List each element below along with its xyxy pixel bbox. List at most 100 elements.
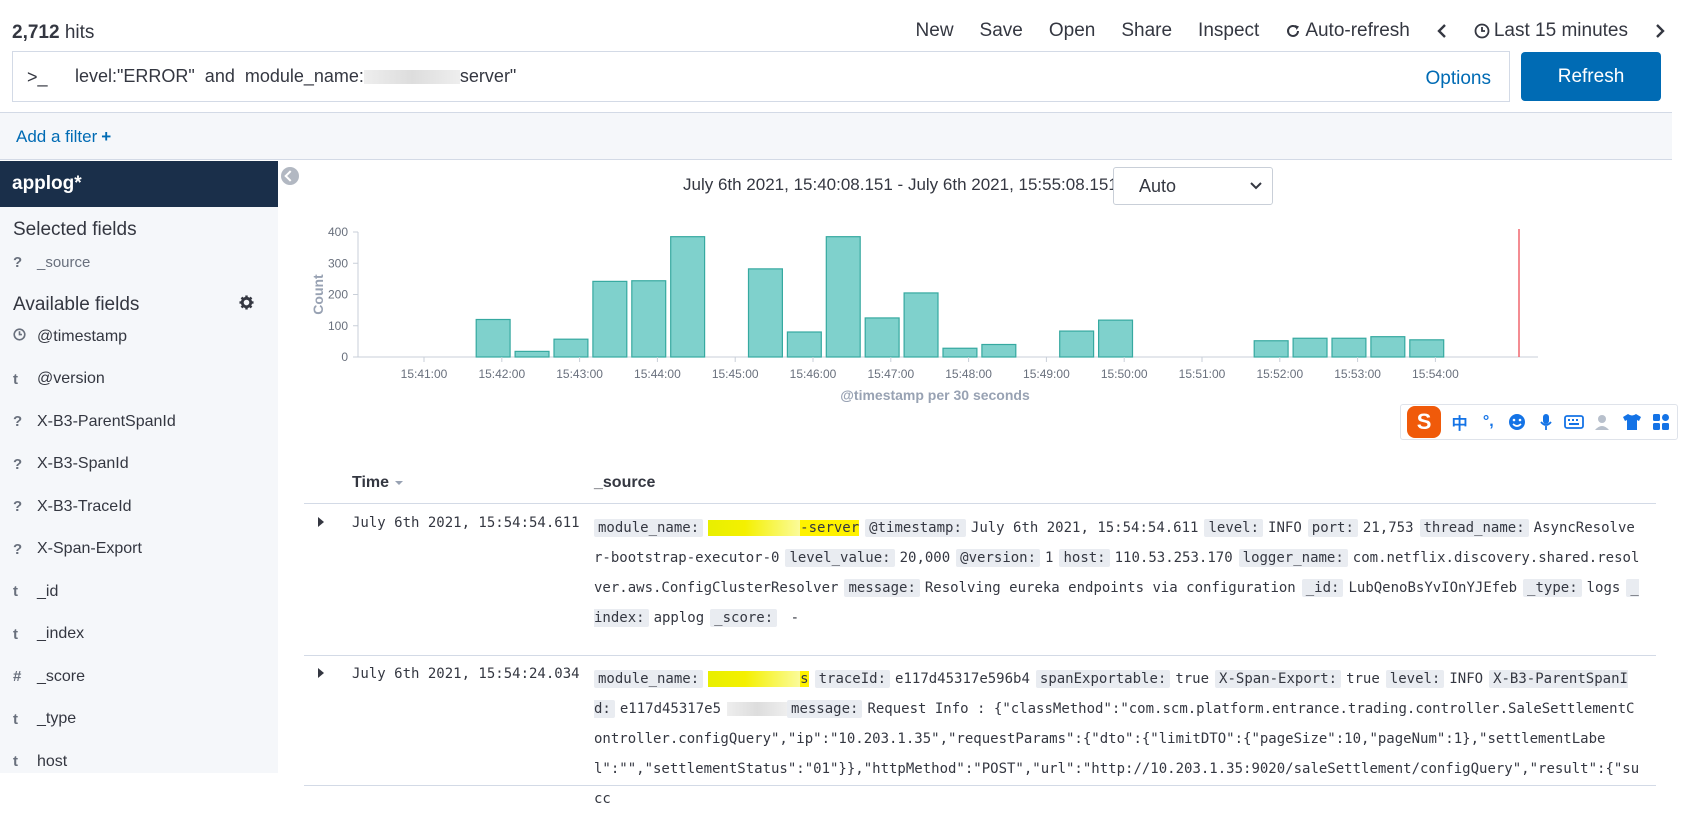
add-filter-label: Add a filter bbox=[16, 127, 98, 146]
expand-row-icon[interactable] bbox=[318, 517, 324, 527]
query-prompt-icon: >_ bbox=[27, 67, 48, 87]
chart-bar[interactable] bbox=[1370, 336, 1406, 358]
auto-refresh-label: Auto-refresh bbox=[1305, 20, 1410, 41]
source-field-key: spanExportable: bbox=[1035, 670, 1171, 688]
source-field-key: level: bbox=[1204, 519, 1264, 537]
chevron-right-icon bbox=[1656, 24, 1665, 38]
chart-bar[interactable] bbox=[514, 350, 550, 358]
row-timestamp: July 6th 2021, 15:54:24.034 bbox=[352, 666, 580, 682]
time-forward-button[interactable] bbox=[1654, 23, 1666, 39]
save-button[interactable]: Save bbox=[980, 20, 1023, 42]
share-button[interactable]: Share bbox=[1121, 20, 1172, 42]
chart-bar[interactable] bbox=[903, 292, 939, 358]
x-tick-label: 15:51:00 bbox=[1179, 367, 1226, 381]
ime-lang-toggle[interactable]: 中 bbox=[1447, 411, 1472, 433]
chart-bar[interactable] bbox=[1331, 337, 1367, 358]
toolbox-grid-icon[interactable] bbox=[1648, 411, 1673, 433]
user-icon[interactable] bbox=[1591, 411, 1616, 433]
source-column-header: _source bbox=[594, 474, 656, 491]
field-type-icon: t bbox=[13, 583, 18, 601]
field-item[interactable]: @timestamp bbox=[0, 316, 278, 359]
query-text[interactable]: level:"ERROR" and module_name: server" bbox=[75, 66, 516, 87]
refresh-button[interactable]: Refresh bbox=[1521, 52, 1661, 101]
source-field-value: logs bbox=[1586, 580, 1621, 596]
field-item[interactable]: ? _source bbox=[0, 241, 278, 284]
interval-select[interactable]: Auto bbox=[1113, 167, 1273, 205]
inspect-button[interactable]: Inspect bbox=[1198, 20, 1259, 42]
source-field-value: INFO bbox=[1268, 520, 1302, 536]
sort-down-icon[interactable] bbox=[394, 479, 404, 487]
source-field-value: - bbox=[782, 610, 800, 626]
field-item[interactable]: ? X-B3-SpanId bbox=[0, 443, 278, 486]
gear-icon[interactable] bbox=[239, 294, 254, 315]
chart-bar[interactable] bbox=[1409, 339, 1445, 358]
microphone-icon[interactable] bbox=[1533, 411, 1558, 433]
time-back-button[interactable] bbox=[1436, 23, 1448, 39]
index-pattern-title[interactable]: applog* bbox=[0, 161, 278, 207]
field-item[interactable]: # _score bbox=[0, 656, 278, 699]
chart-bar[interactable] bbox=[592, 280, 628, 358]
field-name: X-B3-SpanId bbox=[37, 455, 129, 473]
chart-bar[interactable] bbox=[1059, 330, 1095, 358]
chart-bar[interactable] bbox=[786, 331, 822, 358]
field-item[interactable]: t _index bbox=[0, 613, 278, 656]
source-field-key: @version: bbox=[956, 549, 1041, 567]
chart-bar[interactable] bbox=[747, 268, 784, 358]
field-sidebar: applog* Selected fields ? _source Availa… bbox=[0, 161, 278, 773]
chart-bar[interactable] bbox=[1253, 340, 1289, 358]
clock-icon bbox=[13, 328, 37, 345]
x-tick-label: 15:45:00 bbox=[712, 367, 759, 381]
ime-logo-icon[interactable]: S bbox=[1407, 406, 1442, 438]
chart-bar[interactable] bbox=[631, 280, 667, 358]
auto-refresh-button[interactable]: Auto-refresh bbox=[1285, 20, 1410, 42]
time-column-header[interactable]: Time bbox=[352, 474, 404, 492]
ime-toolbar[interactable]: S 中 °, bbox=[1400, 404, 1678, 440]
source-field-value: e117d45317e596b4 bbox=[895, 671, 1030, 687]
chart-bar[interactable] bbox=[1097, 319, 1134, 358]
redacted-block bbox=[708, 520, 801, 536]
field-item[interactable]: t @version bbox=[0, 358, 278, 401]
query-input[interactable]: >_ level:"ERROR" and module_name: server"… bbox=[12, 51, 1510, 102]
expand-row-icon[interactable] bbox=[318, 668, 324, 678]
y-tick-label: 400 bbox=[328, 225, 348, 239]
new-button[interactable]: New bbox=[916, 20, 954, 42]
skin-shirt-icon[interactable] bbox=[1620, 411, 1645, 433]
open-button[interactable]: Open bbox=[1049, 20, 1095, 42]
source-field-value: July 6th 2021, 15:54:54.611 bbox=[970, 520, 1199, 536]
field-item[interactable]: ? X-B3-TraceId bbox=[0, 486, 278, 529]
chart-bar[interactable] bbox=[553, 338, 589, 358]
chart-bar[interactable] bbox=[981, 343, 1017, 358]
table-row[interactable]: July 6th 2021, 15:54:24.034 module_name: s… bbox=[304, 656, 1656, 807]
x-tick-label: 15:49:00 bbox=[1023, 367, 1070, 381]
ime-punct-toggle[interactable]: °, bbox=[1476, 411, 1501, 433]
chart-bar[interactable] bbox=[475, 318, 511, 358]
source-field-value: 21,753 bbox=[1362, 520, 1414, 536]
source-field-key: level: bbox=[1385, 670, 1445, 688]
emoji-icon[interactable] bbox=[1505, 411, 1530, 433]
chart-bar[interactable] bbox=[864, 317, 900, 358]
time-picker-button[interactable]: Last 15 minutes bbox=[1474, 20, 1628, 42]
field-item[interactable]: t host bbox=[0, 741, 278, 784]
keyboard-icon[interactable] bbox=[1562, 411, 1587, 433]
source-field-key: _score: bbox=[710, 609, 778, 627]
source-field-value: Request Info : {"classMethod":"com.scm.p… bbox=[594, 701, 1640, 807]
source-field-key: module_name: bbox=[594, 670, 704, 688]
field-item[interactable]: t _type bbox=[0, 698, 278, 741]
field-type-icon: t bbox=[13, 625, 18, 643]
source-field-value: e117d45317e5 bbox=[619, 701, 722, 717]
field-item[interactable]: ? X-Span-Export bbox=[0, 528, 278, 571]
source-field-key: port: bbox=[1307, 519, 1358, 537]
add-filter-link[interactable]: Add a filter + bbox=[16, 127, 111, 147]
table-row[interactable]: July 6th 2021, 15:54:54.611 module_name: -… bbox=[304, 505, 1656, 656]
x-tick-label: 15:50:00 bbox=[1101, 367, 1148, 381]
chart-bar[interactable] bbox=[670, 236, 706, 358]
field-type-icon: ? bbox=[13, 413, 23, 431]
options-link[interactable]: Options bbox=[1426, 68, 1491, 90]
chart-bar[interactable] bbox=[825, 236, 861, 358]
chart-bar[interactable] bbox=[1292, 337, 1328, 358]
chart-bar[interactable] bbox=[942, 347, 978, 358]
field-item[interactable]: t _id bbox=[0, 571, 278, 614]
collapse-sidebar-icon[interactable] bbox=[281, 167, 299, 185]
field-item[interactable]: ? X-B3-ParentSpanId bbox=[0, 401, 278, 444]
x-tick-label: 15:43:00 bbox=[556, 367, 603, 381]
